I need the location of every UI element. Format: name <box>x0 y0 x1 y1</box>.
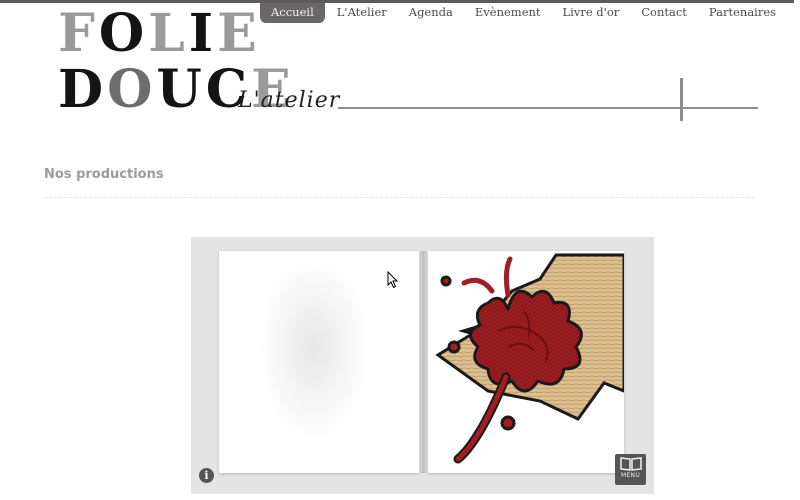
book-icon <box>619 457 642 471</box>
nav-item-accueil[interactable]: Accueil <box>260 3 325 23</box>
logo-line-1: FOLIE <box>58 3 257 64</box>
logo-letter: L <box>148 3 189 64</box>
logo-letter: E <box>217 3 261 64</box>
nav-item-agenda[interactable]: Agenda <box>398 3 464 23</box>
nav-item-partenaires[interactable]: Partenaires <box>698 3 787 23</box>
info-icon[interactable]: i <box>199 468 214 483</box>
mouse-cursor-icon <box>387 271 399 289</box>
header-divider-tick <box>680 78 683 121</box>
nav-item-evenement[interactable]: Evènement <box>464 3 552 23</box>
logo-letter: O <box>98 3 149 64</box>
logo-letter: D <box>58 59 108 120</box>
header-divider <box>338 107 758 109</box>
flipbook-viewer[interactable]: i MENU <box>191 237 654 494</box>
section-divider <box>44 197 754 198</box>
book-gutter <box>419 251 428 473</box>
nav-item-livre-dor[interactable]: Livre d'or <box>552 3 631 23</box>
book-page-right[interactable] <box>428 251 624 473</box>
site-logo[interactable]: FOLIE DOUCE <box>58 3 291 120</box>
logo-letter: I <box>188 3 218 64</box>
logo-letter: F <box>58 3 99 64</box>
logo-signature: L'atelier <box>238 88 341 113</box>
flower-illustration <box>435 253 624 464</box>
menu-button[interactable]: MENU <box>615 454 646 485</box>
logo-letter: O <box>107 59 157 120</box>
nav-item-contact[interactable]: Contact <box>630 3 698 23</box>
main-nav: Accueil L'Atelier Agenda Evènement Livre… <box>260 3 787 23</box>
nav-item-atelier[interactable]: L'Atelier <box>326 3 398 23</box>
logo-letter: U <box>156 59 206 120</box>
logo-line-2: DOUCE <box>58 59 291 120</box>
page-shading <box>259 271 369 441</box>
menu-label: MENU <box>620 472 641 479</box>
section-title: Nos productions <box>44 167 164 182</box>
